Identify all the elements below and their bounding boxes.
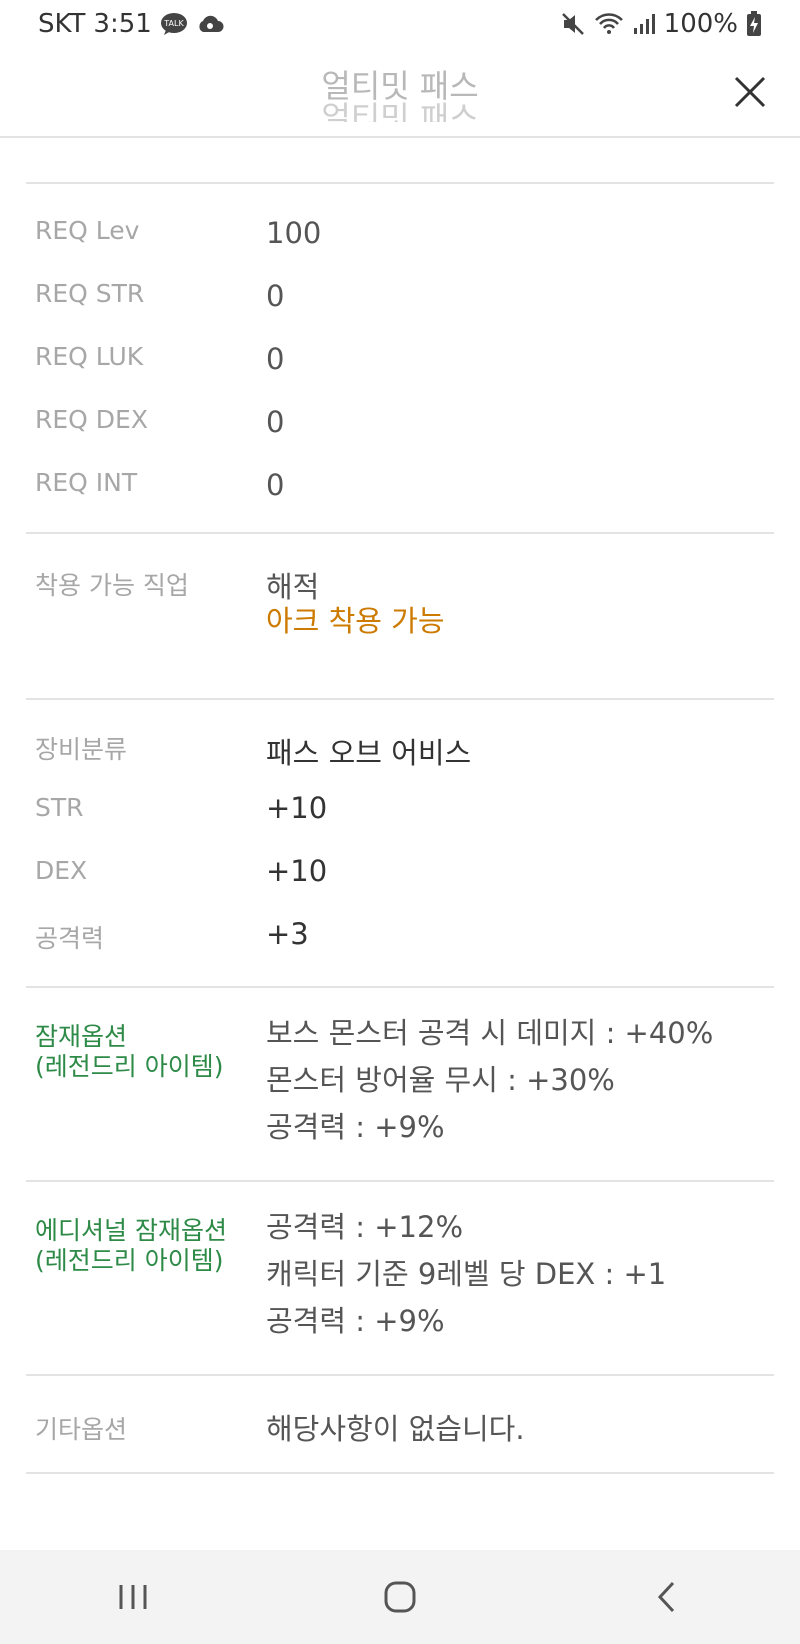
system-nav-bar [0,1550,800,1644]
time: 3:51 [93,9,152,39]
stat-value: 패스 오브 어비스 [266,736,472,770]
req-row: REQ STR 0 [26,279,774,319]
additional-potential-label-line2: (레전드리 아이템) [35,1246,224,1275]
back-button[interactable] [627,1567,707,1627]
req-label: REQ LUK [35,342,144,371]
dialog-header: 얼티밋 패스 얼티밋 패스 [0,56,800,138]
additional-potential-section: 에디셔널 잠재옵션 (레전드리 아이템) 공격력 : +12% 캐릭터 기준 9… [26,1180,774,1374]
signal-icon [632,12,656,36]
battery-charging-icon [746,11,762,37]
stat-value: +3 [266,917,309,951]
additional-potential-lines: 공격력 : +12% 캐릭터 기준 9레벨 당 DEX : +1 공격력 : +… [266,1204,666,1345]
req-row: REQ Lev 100 [26,216,774,256]
req-row: REQ DEX 0 [26,405,774,445]
close-icon [734,76,766,108]
battery-percent: 100% [663,9,738,39]
status-left: SKT 3:51 TALK [38,9,224,39]
status-bar: SKT 3:51 TALK 100% [0,0,800,48]
carrier: SKT [38,9,86,39]
close-button[interactable] [726,68,774,116]
req-value: 100 [266,216,322,250]
home-button[interactable] [360,1567,440,1627]
stat-label: STR [35,793,84,822]
potential-label-line2: (레전드리 아이템) [35,1052,224,1081]
back-icon [657,1581,674,1613]
req-label: REQ Lev [35,216,140,245]
item-detail-content: REQ Lev 100 REQ STR 0 REQ LUK 0 REQ DEX … [26,182,774,1474]
recent-apps-button[interactable] [93,1567,173,1627]
recent-apps-icon [119,1585,147,1609]
req-row: REQ INT 0 [26,468,774,508]
job-label: 착용 가능 직업 [35,571,189,600]
req-value: 0 [266,468,285,502]
other-options-section: 기타옵션 해당사항이 없습니다. [26,1374,774,1474]
potential-section: 잠재옵션 (레전드리 아이템) 보스 몬스터 공격 시 데미지 : +40% 몬… [26,986,774,1180]
stat-label: 장비분류 [35,735,128,764]
home-icon [384,1581,416,1613]
req-label: REQ INT [35,468,138,497]
potential-label: 잠재옵션 (레전드리 아이템) [35,1022,223,1082]
other-value: 해당사항이 없습니다. [266,1412,525,1446]
req-row: REQ LUK 0 [26,342,774,382]
potential-lines: 보스 몬스터 공격 시 데미지 : +40% 몬스터 방어율 무시 : +30%… [266,1010,713,1151]
wifi-icon [594,12,624,36]
mute-icon [560,11,586,37]
page-title: 얼티밋 패스 [321,67,479,105]
job-note: 아크 착용 가능 [266,604,445,638]
job-section: 착용 가능 직업 해적 아크 착용 가능 [26,532,774,698]
status-right: 100% [560,9,762,39]
stat-value: +10 [266,791,328,825]
requirements-section: REQ Lev 100 REQ STR 0 REQ LUK 0 REQ DEX … [26,182,774,532]
req-value: 0 [266,405,285,439]
stat-value: +10 [266,854,328,888]
potential-line: 몬스터 방어율 무시 : +30% [266,1063,615,1097]
req-value: 0 [266,279,285,313]
additional-potential-line: 캐릭터 기준 9레벨 당 DEX : +1 [266,1257,667,1291]
additional-potential-line: 공격력 : +12% [266,1210,464,1244]
talk-icon: TALK [160,12,188,36]
cloud-icon [196,13,224,35]
req-value: 0 [266,342,285,376]
svg-text:TALK: TALK [163,19,184,28]
page-title-ghost: 얼티밋 패스 [321,100,479,122]
additional-potential-label: 에디셔널 잠재옵션 (레전드리 아이템) [35,1216,227,1276]
potential-line: 공격력 : +9% [266,1110,445,1144]
potential-label-line1: 잠재옵션 [35,1022,128,1051]
potential-line: 보스 몬스터 공격 시 데미지 : +40% [266,1016,714,1050]
req-label: REQ STR [35,279,145,308]
additional-potential-line: 공격력 : +9% [266,1304,445,1338]
stats-section: 장비분류 패스 오브 어비스 STR +10 DEX +10 공격력 +3 [26,698,774,986]
additional-potential-label-line1: 에디셔널 잠재옵션 [35,1216,227,1245]
req-label: REQ DEX [35,405,148,434]
stat-label: DEX [35,856,88,885]
stat-label: 공격력 [35,924,105,953]
other-label: 기타옵션 [35,1415,128,1444]
